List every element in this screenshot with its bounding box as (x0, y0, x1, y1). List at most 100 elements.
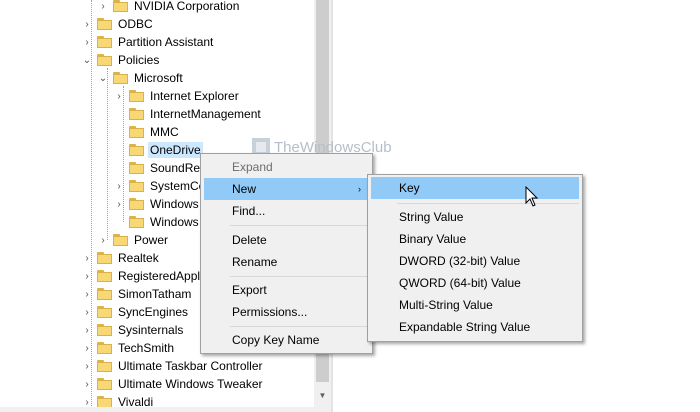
folder-icon (129, 144, 144, 156)
menu-separator (230, 225, 369, 226)
tree-item[interactable]: › RegisteredAppl (81, 267, 202, 285)
tree-item-label: Policies (118, 53, 160, 67)
tree-item-label: Ultimate Taskbar Controller (118, 359, 263, 373)
chevron-down-icon[interactable]: ⌄ (81, 51, 93, 69)
horizontal-scrollbar[interactable] (0, 407, 314, 412)
tree-item-label: NVIDIA Corporation (134, 0, 240, 13)
tree-item[interactable]: › Realtek (81, 249, 161, 267)
folder-icon (129, 162, 144, 174)
tree-item-label: Sysinternals (118, 323, 184, 337)
chevron-right-icon[interactable]: › (81, 321, 93, 339)
tree-item[interactable]: › Partition Assistant (81, 33, 215, 51)
menu-item-export[interactable]: Export (204, 279, 369, 301)
menu-item-key[interactable]: Key (371, 177, 579, 199)
tree-item-label: Windows (150, 197, 199, 211)
tree-item-label: Internet Explorer (150, 89, 239, 103)
tree-item-label: Realtek (118, 251, 159, 265)
menu-separator (230, 276, 369, 277)
menu-item-permissions[interactable]: Permissions... (204, 301, 369, 323)
tree-item[interactable]: InternetManagement (129, 105, 263, 123)
chevron-right-icon[interactable]: › (97, 231, 109, 249)
folder-icon (113, 234, 128, 246)
menu-item-dword-value[interactable]: DWORD (32-bit) Value (371, 250, 579, 272)
folder-icon (97, 306, 112, 318)
folder-icon (97, 342, 112, 354)
tree-item[interactable]: ⌄ Policies (81, 51, 161, 69)
tree-guide-line (107, 68, 108, 240)
tree-item[interactable]: › NVIDIA Corporation (97, 0, 241, 15)
chevron-right-icon[interactable]: › (97, 0, 109, 15)
tree-item-selected[interactable]: OneDrive (129, 141, 203, 159)
context-menu: Expand New › Find... Delete Rename Expor… (200, 153, 373, 354)
folder-icon (129, 108, 144, 120)
folder-icon (97, 270, 112, 282)
chevron-right-icon[interactable]: › (81, 33, 93, 51)
menu-item-string-value[interactable]: String Value (371, 206, 579, 228)
tree-item[interactable]: › Power (97, 231, 170, 249)
chevron-right-icon[interactable]: › (81, 339, 93, 357)
menu-item-new-label: New (232, 182, 257, 196)
folder-icon (97, 36, 112, 48)
menu-item-find[interactable]: Find... (204, 200, 369, 222)
folder-icon (97, 18, 112, 30)
folder-icon (113, 0, 128, 12)
folder-icon (97, 360, 112, 372)
tree-item-label: ODBC (118, 17, 153, 31)
chevron-right-icon[interactable]: › (113, 87, 125, 105)
tree-item-label: MMC (150, 125, 179, 139)
chevron-right-icon[interactable]: › (81, 267, 93, 285)
tree-item[interactable]: › Sysinternals (81, 321, 185, 339)
tree-item[interactable]: › Windows (113, 195, 201, 213)
chevron-right-icon[interactable]: › (81, 249, 93, 267)
new-submenu: Key String Value Binary Value DWORD (32-… (367, 174, 583, 342)
folder-icon (129, 198, 144, 210)
folder-icon (97, 54, 112, 66)
chevron-right-icon[interactable]: › (81, 375, 93, 393)
chevron-down-icon[interactable]: ⌄ (97, 69, 109, 87)
chevron-right-icon[interactable]: › (113, 195, 125, 213)
tree-item-label: SoundRe (150, 161, 201, 175)
tree-item[interactable]: › Ultimate Taskbar Controller (81, 357, 265, 375)
menu-item-rename[interactable]: Rename (204, 251, 369, 273)
menu-separator (230, 326, 369, 327)
tree-item[interactable]: ⌄ Microsoft (97, 69, 185, 87)
tree-item-label: Windows (150, 215, 199, 229)
menu-item-qword-value[interactable]: QWORD (64-bit) Value (371, 272, 579, 294)
tree-item[interactable]: › Internet Explorer (113, 87, 241, 105)
tree-item-label: SystemCe (150, 179, 206, 193)
folder-icon (97, 288, 112, 300)
menu-item-multi-string-value[interactable]: Multi-String Value (371, 294, 579, 316)
tree-item[interactable]: › SyncEngines (81, 303, 190, 321)
tree-item[interactable]: › Ultimate Windows Tweaker (81, 375, 265, 393)
tree-item-label: SimonTatham (118, 287, 192, 301)
chevron-right-icon[interactable]: › (81, 303, 93, 321)
tree-item-label: SyncEngines (118, 305, 189, 319)
folder-icon (97, 252, 112, 264)
tree-item-label: TechSmith (118, 341, 175, 355)
menu-item-new[interactable]: New › (204, 178, 369, 200)
chevron-right-icon[interactable]: › (81, 357, 93, 375)
menu-item-binary-value[interactable]: Binary Value (371, 228, 579, 250)
tree-item-label: Power (134, 233, 169, 247)
tree-item[interactable]: › SystemCe (113, 177, 207, 195)
tree-item[interactable]: › ODBC (81, 15, 155, 33)
folder-icon (97, 324, 112, 336)
menu-item-expand[interactable]: Expand (204, 156, 369, 178)
tree-item-label: Partition Assistant (118, 35, 214, 49)
tree-item[interactable]: › TechSmith (81, 339, 176, 357)
menu-item-delete[interactable]: Delete (204, 229, 369, 251)
tree-item[interactable]: Windows (129, 213, 201, 231)
tree-item-label: Ultimate Windows Tweaker (118, 377, 263, 391)
menu-item-expandable-string-value[interactable]: Expandable String Value (371, 316, 579, 338)
tree-item[interactable]: › SimonTatham (81, 285, 193, 303)
folder-icon (97, 378, 112, 390)
tree-item[interactable]: MMC (129, 123, 181, 141)
chevron-right-icon[interactable]: › (81, 15, 93, 33)
folder-icon (129, 216, 144, 228)
menu-item-copy-key-name[interactable]: Copy Key Name (204, 329, 369, 351)
chevron-right-icon[interactable]: › (113, 177, 125, 195)
chevron-right-icon[interactable]: › (81, 285, 93, 303)
tree-item[interactable]: SoundRe (129, 159, 202, 177)
scroll-down-arrow-icon[interactable]: ▼ (314, 389, 331, 403)
menu-separator (397, 203, 579, 204)
